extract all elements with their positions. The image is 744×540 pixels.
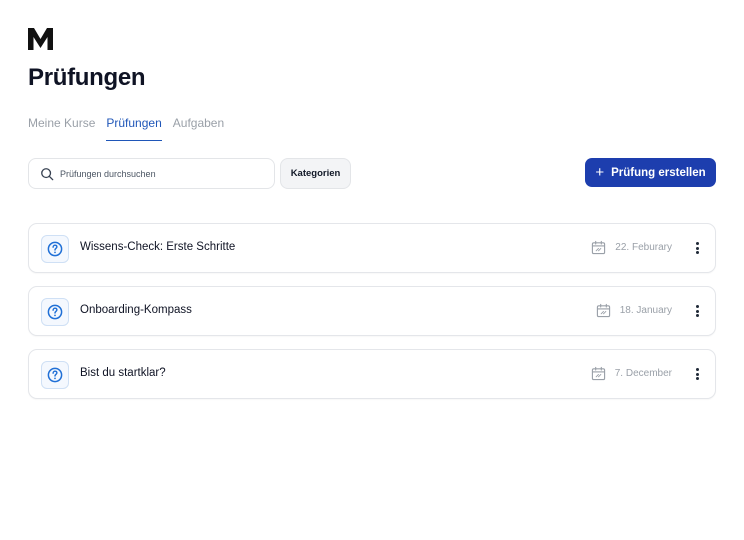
calendar-icon [591,366,605,381]
question-circle-icon [41,298,69,326]
create-exam-button[interactable]: + Prüfung erstellen [585,158,716,187]
exam-date-text: 7. December [614,368,672,379]
more-vertical-icon[interactable] [693,303,701,319]
tab-meine-kurse[interactable]: Meine Kurse [28,116,95,141]
search-icon [41,167,54,180]
page-title: Prüfungen [28,64,146,91]
exam-date-text: 22. Feburary [615,242,672,253]
exam-row[interactable]: Wissens-Check: Erste Schritte 22. Febura… [28,223,716,273]
exam-date-text: 18. January [619,305,672,316]
m-logo-icon [28,28,53,50]
more-vertical-icon[interactable] [693,240,701,256]
categories-button[interactable]: Kategorien [280,158,351,189]
tab-bar: Meine Kurse Prüfungen Aufgaben [28,116,224,141]
exam-title: Wissens-Check: Erste Schritte [80,241,236,253]
app-logo[interactable] [28,28,53,50]
exam-row[interactable]: Bist du startklar? 7. December [28,349,716,399]
exam-title: Onboarding-Kompass [80,304,192,316]
plus-icon: + [595,163,605,181]
exam-row[interactable]: Onboarding-Kompass 18. January [28,286,716,336]
exam-list: Wissens-Check: Erste Schritte 22. Febura… [28,223,716,412]
question-circle-icon [41,361,69,389]
tab-pruefungen[interactable]: Prüfungen [106,116,162,141]
create-exam-label: Prüfung erstellen [611,166,706,179]
more-vertical-icon[interactable] [693,366,701,382]
search-input[interactable] [60,168,260,179]
exam-date: 22. Feburary [591,240,672,255]
exam-date: 18. January [596,303,672,318]
search-box[interactable] [28,158,275,189]
exam-title: Bist du startklar? [80,367,166,379]
question-circle-icon [41,235,69,263]
exam-date: 7. December [591,366,672,381]
calendar-icon [592,240,606,255]
calendar-icon [596,303,610,318]
tab-aufgaben[interactable]: Aufgaben [173,116,224,141]
